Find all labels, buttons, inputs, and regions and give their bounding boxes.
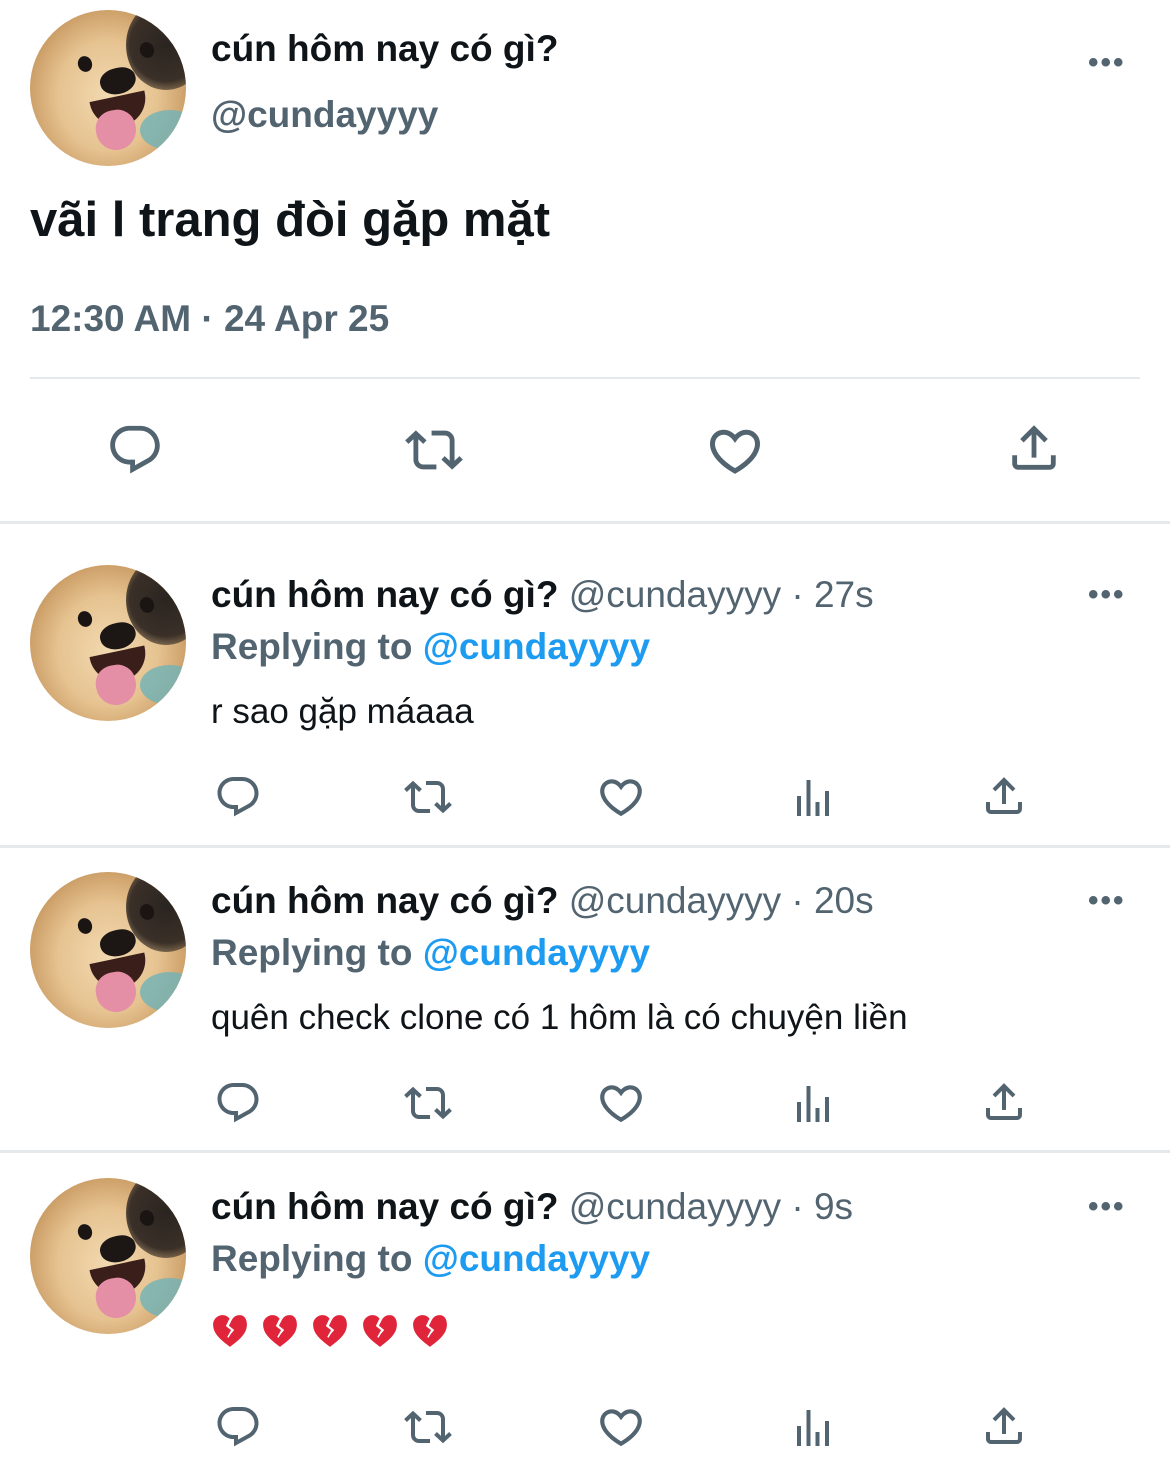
user-handle[interactable]: @cundayyyy	[569, 1186, 781, 1227]
broken-heart-icon	[411, 1312, 449, 1350]
retweet-icon[interactable]	[400, 1403, 456, 1451]
avatar[interactable]	[30, 565, 186, 721]
reply-icon[interactable]	[214, 773, 262, 821]
reply-text: quên check clone có 1 hôm là có chuyện l…	[211, 998, 908, 1037]
broken-heart-icon	[361, 1312, 399, 1350]
views-icon[interactable]	[789, 1080, 837, 1128]
retweet-icon[interactable]	[400, 773, 456, 821]
replying-to-link[interactable]: @cundayyyy	[423, 932, 650, 973]
like-icon[interactable]	[596, 1402, 646, 1452]
broken-heart-icon	[261, 1312, 299, 1350]
replying-to: Replying to @cundayyyy	[211, 1238, 650, 1280]
replying-to-link[interactable]: @cundayyyy	[423, 626, 650, 667]
display-name[interactable]: cún hôm nay có gì?	[211, 880, 558, 921]
views-icon[interactable]	[789, 774, 837, 822]
avatar-eye	[75, 1222, 95, 1242]
tweet-text: vãi l trang đòi gặp mặt	[30, 193, 551, 247]
replying-to-link[interactable]: @cundayyyy	[423, 1238, 650, 1279]
like-icon[interactable]	[596, 1078, 646, 1128]
broken-heart-icon	[211, 1312, 249, 1350]
emoji-row	[211, 1312, 449, 1350]
user-handle[interactable]: @cundayyyy	[569, 574, 781, 615]
more-options-icon[interactable]: •••	[1088, 48, 1126, 78]
avatar[interactable]	[30, 10, 186, 166]
reply-time[interactable]: 20s	[814, 880, 874, 921]
avatar-eye	[75, 916, 95, 936]
user-handle[interactable]: @cundayyyy	[569, 880, 781, 921]
avatar-eye	[75, 54, 95, 74]
more-options-icon[interactable]: •••	[1088, 886, 1126, 916]
display-name[interactable]: cún hôm nay có gì?	[211, 1186, 558, 1227]
avatar-eye	[75, 609, 95, 629]
more-options-icon[interactable]: •••	[1088, 1192, 1126, 1222]
tweet-timestamp[interactable]: 12:30 AM · 24 Apr 25	[30, 298, 389, 340]
broken-heart-icon	[311, 1312, 349, 1350]
avatar-collar	[140, 1278, 186, 1318]
more-options-icon[interactable]: •••	[1088, 580, 1126, 610]
share-icon[interactable]	[980, 1078, 1028, 1126]
separator-dot: ·	[791, 574, 804, 615]
reply-icon[interactable]	[106, 421, 164, 479]
display-name[interactable]: cún hôm nay có gì?	[211, 28, 558, 70]
reply-time[interactable]: 9s	[814, 1186, 853, 1227]
display-name[interactable]: cún hôm nay có gì?	[211, 574, 558, 615]
avatar-collar	[140, 665, 186, 705]
like-icon[interactable]	[596, 772, 646, 822]
separator-dot: ·	[791, 1186, 804, 1227]
section-divider	[0, 845, 1170, 848]
reply-header: cún hôm nay có gì? @cundayyyy · 20s	[211, 880, 874, 922]
user-handle[interactable]: @cundayyyy	[211, 94, 438, 136]
replying-to: Replying to @cundayyyy	[211, 626, 650, 668]
reply-header: cún hôm nay có gì? @cundayyyy · 27s	[211, 574, 874, 616]
retweet-icon[interactable]	[401, 421, 467, 479]
avatar-collar	[140, 110, 186, 150]
replying-label: Replying to	[211, 932, 413, 973]
reply-header: cún hôm nay có gì? @cundayyyy · 9s	[211, 1186, 853, 1228]
section-divider	[0, 1150, 1170, 1153]
reply-icon[interactable]	[214, 1403, 262, 1451]
retweet-icon[interactable]	[400, 1079, 456, 1127]
replying-label: Replying to	[211, 1238, 413, 1279]
replying-to: Replying to @cundayyyy	[211, 932, 650, 974]
reply-icon[interactable]	[214, 1079, 262, 1127]
reply-text: r sao gặp máaaa	[211, 692, 474, 731]
avatar-collar	[140, 972, 186, 1012]
share-icon[interactable]	[980, 772, 1028, 820]
avatar[interactable]	[30, 1178, 186, 1334]
replying-label: Replying to	[211, 626, 413, 667]
separator-dot: ·	[791, 880, 804, 921]
like-icon[interactable]	[705, 421, 765, 481]
reply-time[interactable]: 27s	[814, 574, 874, 615]
avatar[interactable]	[30, 872, 186, 1028]
section-divider	[0, 521, 1170, 524]
divider	[30, 377, 1140, 379]
share-icon[interactable]	[1005, 419, 1063, 477]
share-icon[interactable]	[980, 1402, 1028, 1450]
views-icon[interactable]	[789, 1404, 837, 1452]
